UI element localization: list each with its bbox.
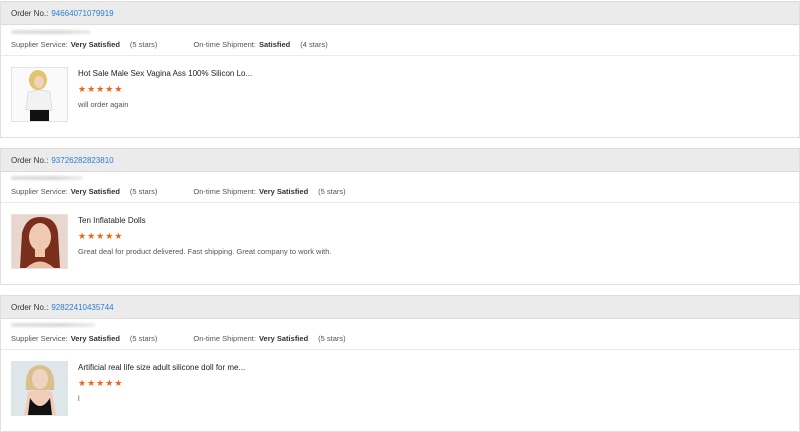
redacted-text <box>11 323 95 327</box>
product-title[interactable]: Ten Inflatable Dolls <box>78 215 331 227</box>
ratings-row: Supplier Service: Very Satisfied (5 star… <box>1 180 799 203</box>
review-text: l <box>78 394 80 403</box>
star-icon: ★ <box>114 379 123 389</box>
star-icon: ★ <box>96 379 105 389</box>
product-review: Ten Inflatable Dolls ★ ★ ★ ★ ★ Great dea… <box>1 203 799 284</box>
shipment-label: On-time Shipment: <box>193 186 256 196</box>
product-thumbnail[interactable] <box>11 214 68 269</box>
star-icon: ★ <box>87 85 96 95</box>
star-icon: ★ <box>78 379 87 389</box>
shipment-stars: (5 stars) <box>318 186 346 196</box>
order-number-link[interactable]: 93726282823810 <box>51 156 113 165</box>
order-header: Order No.: 92822410435744 <box>1 295 799 319</box>
shipment-value: Very Satisfied <box>258 186 309 196</box>
star-icon: ★ <box>105 85 114 95</box>
supplier-service-label: Supplier Service: <box>11 186 68 196</box>
shipment-value: Very Satisfied <box>258 333 309 343</box>
review-text: Great deal for product delivered. Fast s… <box>78 247 332 256</box>
supplier-service-value: Very Satisfied <box>70 186 120 196</box>
ratings-row: Supplier Service: Very Satisfied (5 star… <box>1 327 799 350</box>
rating-stars: ★ ★ ★ ★ ★ <box>78 232 331 242</box>
star-icon: ★ <box>96 232 105 242</box>
star-icon: ★ <box>114 85 123 95</box>
order-card: Order No.: 94664071079919 Supplier Servi… <box>0 1 800 138</box>
product-thumbnail[interactable] <box>11 67 68 122</box>
shipment-label: On-time Shipment: <box>193 333 256 343</box>
star-icon: ★ <box>78 85 87 95</box>
product-title[interactable]: Artificial real life size adult silicone… <box>78 362 245 374</box>
redacted-text <box>11 176 83 180</box>
ratings-row: Supplier Service: Very Satisfied (5 star… <box>1 33 799 56</box>
star-icon: ★ <box>105 232 114 242</box>
order-number-link[interactable]: 94664071079919 <box>51 9 113 18</box>
shipment-label: On-time Shipment: <box>193 39 256 49</box>
order-card: Order No.: 93726282823810 Supplier Servi… <box>0 148 800 285</box>
rating-stars: ★ ★ ★ ★ ★ <box>78 85 252 95</box>
supplier-service-value: Very Satisfied <box>70 39 120 49</box>
product-review: Hot Sale Male Sex Vagina Ass 100% Silico… <box>1 56 799 137</box>
rating-stars: ★ ★ ★ ★ ★ <box>78 379 245 389</box>
supplier-service-label: Supplier Service: <box>11 39 68 49</box>
supplier-service-value: Very Satisfied <box>70 333 120 343</box>
redacted-text <box>11 30 91 34</box>
order-card: Order No.: 92822410435744 Supplier Servi… <box>0 295 800 432</box>
star-icon: ★ <box>114 232 123 242</box>
supplier-service-stars: (5 stars) <box>129 39 158 49</box>
order-number-label: Order No.: <box>11 8 49 18</box>
order-header: Order No.: 93726282823810 <box>1 148 799 172</box>
supplier-service-stars: (5 stars) <box>129 186 158 196</box>
shipment-value: Satisfied <box>258 39 291 49</box>
shipment-stars: (4 stars) <box>300 39 328 49</box>
star-icon: ★ <box>87 379 96 389</box>
supplier-service-stars: (5 stars) <box>129 333 158 343</box>
star-icon: ★ <box>96 85 105 95</box>
review-text: will order again <box>78 100 129 109</box>
order-number-link[interactable]: 92822410435744 <box>51 303 113 312</box>
star-icon: ★ <box>78 232 87 242</box>
star-icon: ★ <box>105 379 114 389</box>
product-review: Artificial real life size adult silicone… <box>1 350 799 431</box>
product-thumbnail[interactable] <box>11 361 68 416</box>
order-header: Order No.: 94664071079919 <box>1 1 799 25</box>
order-number-label: Order No.: <box>11 155 49 165</box>
shipment-stars: (5 stars) <box>318 333 346 343</box>
star-icon: ★ <box>87 232 96 242</box>
order-number-label: Order No.: <box>11 302 49 312</box>
supplier-service-label: Supplier Service: <box>11 333 68 343</box>
product-title[interactable]: Hot Sale Male Sex Vagina Ass 100% Silico… <box>78 68 252 80</box>
